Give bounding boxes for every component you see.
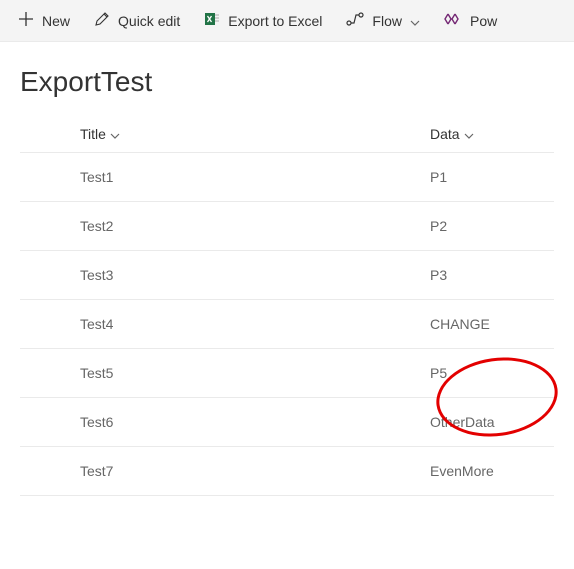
list-container: Title Data Test1 P1 Test2 P2 Test3 P3 Test4 CHA… (0, 116, 574, 496)
powerapps-label: Pow (470, 13, 497, 29)
row-data: EvenMore (430, 463, 494, 479)
table-row[interactable]: Test2 P2 (20, 202, 554, 251)
list-body: Test1P1Test2P2Test3P3Test4CHANGETest5P5T… (20, 153, 554, 496)
column-header-data[interactable]: Data (430, 126, 474, 142)
row-data: P5 (430, 365, 447, 381)
row-title: Test7 (80, 463, 113, 479)
list-header: Title Data (20, 116, 554, 153)
row-data: P3 (430, 267, 447, 283)
table-row[interactable]: Test3 P3 (20, 251, 554, 300)
quick-edit-button[interactable]: Quick edit (84, 5, 190, 36)
row-data: P2 (430, 218, 447, 234)
row-data: P1 (430, 169, 447, 185)
table-row[interactable]: Test5 P5 (20, 349, 554, 398)
row-title: Test2 (80, 218, 113, 234)
plus-icon (18, 11, 34, 30)
table-row[interactable]: Test7 EvenMore (20, 447, 554, 496)
quick-edit-label: Quick edit (118, 13, 180, 29)
chevron-down-icon (464, 126, 474, 142)
table-row[interactable]: Test4 CHANGE (20, 300, 554, 349)
pencil-icon (94, 11, 110, 30)
row-title: Test3 (80, 267, 113, 283)
flow-icon (346, 11, 364, 30)
table-row[interactable]: Test6 OtherData (20, 398, 554, 447)
column-title-label: Title (80, 126, 106, 142)
row-title: Test5 (80, 365, 113, 381)
flow-button[interactable]: Flow (336, 5, 430, 36)
column-data-label: Data (430, 126, 460, 142)
new-button[interactable]: New (8, 5, 80, 36)
chevron-down-icon (110, 126, 120, 142)
export-excel-label: Export to Excel (228, 13, 322, 29)
powerapps-button[interactable]: Pow (434, 6, 507, 35)
chevron-down-icon (410, 13, 420, 29)
row-data: CHANGE (430, 316, 490, 332)
page-title: ExportTest (0, 42, 574, 116)
excel-icon (204, 11, 220, 30)
row-data: OtherData (430, 414, 495, 430)
new-label: New (42, 13, 70, 29)
powerapps-icon (444, 12, 462, 29)
toolbar: New Quick edit Export to Excel Flow Pow (0, 0, 574, 42)
row-title: Test6 (80, 414, 113, 430)
row-title: Test1 (80, 169, 113, 185)
row-title: Test4 (80, 316, 113, 332)
table-row[interactable]: Test1 P1 (20, 153, 554, 202)
export-excel-button[interactable]: Export to Excel (194, 5, 332, 36)
flow-label: Flow (372, 13, 402, 29)
column-header-title[interactable]: Title (80, 126, 120, 142)
